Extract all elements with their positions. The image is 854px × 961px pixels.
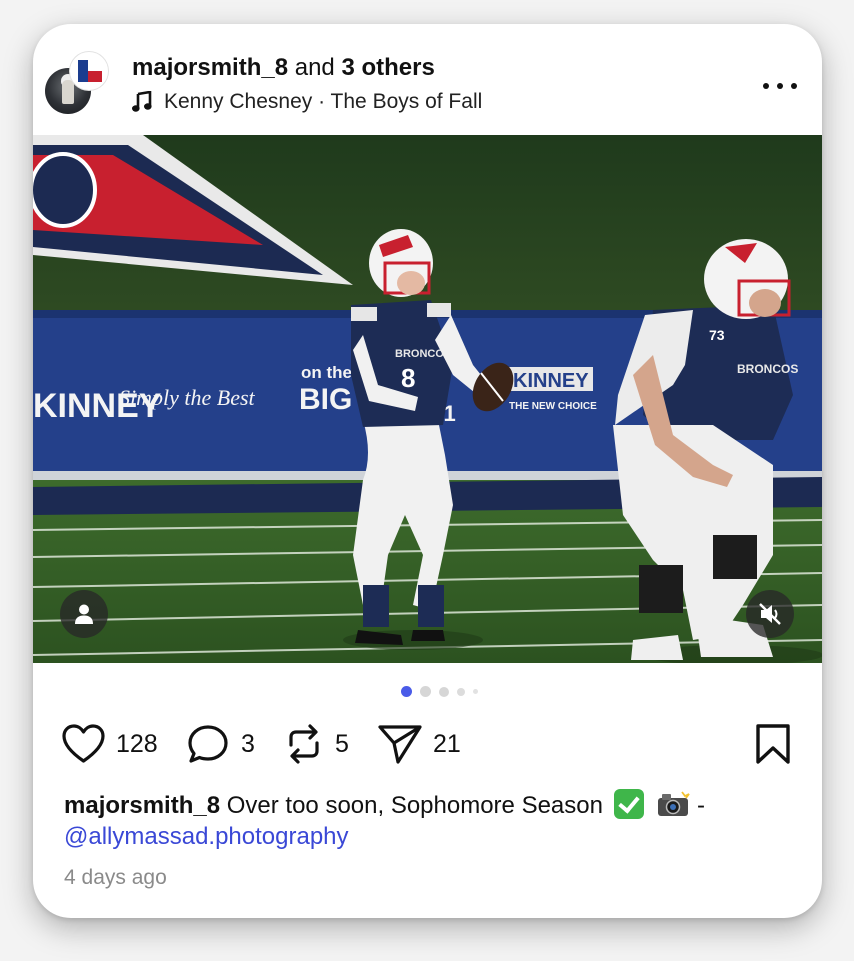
coauthor-joiner: and	[294, 54, 335, 81]
repost-button[interactable]: 5	[283, 721, 349, 767]
post-author-line[interactable]: majorsmith_8 and 3 others	[132, 54, 435, 82]
bookmark-button[interactable]	[755, 723, 791, 770]
svg-text:Simply the Best: Simply the Best	[119, 385, 256, 410]
music-track-label: Kenny Chesney · The Boys of Fall	[164, 90, 483, 113]
caption-dash: -	[690, 792, 705, 819]
coauthors-count[interactable]: 3 others	[341, 54, 434, 81]
more-dot	[791, 83, 797, 89]
svg-text:8: 8	[401, 363, 415, 393]
football-photo: KINNEY Simply the Best on the BIG 121 KI…	[33, 135, 822, 663]
person-icon	[75, 604, 93, 624]
comment-button[interactable]: 3	[187, 721, 255, 767]
speaker-muted-icon	[759, 603, 781, 625]
photographer-mention-link[interactable]: @allymassad.photography	[64, 823, 349, 850]
carousel-indicator	[401, 686, 486, 697]
post-caption: majorsmith_8 Over too soon, Sophomore Se…	[64, 789, 794, 852]
avatar-group[interactable]	[45, 52, 108, 114]
music-note-icon	[132, 91, 152, 112]
music-attribution[interactable]: Kenny Chesney · The Boys of Fall	[132, 90, 482, 114]
post-timestamp: 4 days ago	[64, 866, 167, 889]
svg-text:on the: on the	[301, 363, 352, 382]
svg-text:BRONCOS: BRONCOS	[737, 362, 798, 376]
carousel-dot-active[interactable]	[401, 686, 412, 697]
check-mark-emoji-icon	[613, 789, 644, 819]
svg-text:THE NEW CHOICE: THE NEW CHOICE	[509, 401, 597, 412]
repost-count: 5	[335, 729, 349, 758]
caption-text: Over too soon, Sophomore Season	[220, 792, 610, 819]
like-count: 128	[116, 729, 158, 758]
repost-icon	[289, 724, 319, 764]
post-card: majorsmith_8 and 3 others Kenny Chesney …	[33, 24, 822, 918]
heart-icon	[62, 724, 105, 763]
bookmark-icon	[756, 724, 790, 764]
carousel-dot[interactable]	[439, 686, 449, 697]
more-options-button[interactable]	[763, 80, 797, 92]
mute-audio-button[interactable]	[746, 590, 794, 638]
author-username[interactable]: majorsmith_8	[132, 54, 288, 81]
comment-bubble-icon	[188, 725, 228, 763]
more-dot	[763, 83, 769, 89]
more-dot	[777, 83, 783, 89]
post-photo[interactable]: KINNEY Simply the Best on the BIG 121 KI…	[33, 135, 822, 663]
carousel-dot[interactable]	[457, 687, 465, 696]
share-button[interactable]: 21	[377, 721, 461, 767]
lineman-number: 73	[709, 327, 725, 343]
comment-count: 3	[241, 729, 255, 758]
svg-text:BIG: BIG	[299, 383, 352, 416]
camera-flash-emoji-icon	[658, 791, 691, 816]
carousel-dot[interactable]	[473, 689, 478, 694]
svg-text:KINNEY: KINNEY	[513, 370, 589, 392]
carousel-dot[interactable]	[420, 686, 431, 697]
texas-flag-avatar[interactable]	[70, 52, 108, 90]
send-paper-plane-icon	[378, 725, 422, 764]
tagged-people-button[interactable]	[60, 590, 108, 638]
like-button[interactable]: 128	[61, 721, 158, 767]
caption-username[interactable]: majorsmith_8	[64, 792, 220, 819]
share-count: 21	[433, 729, 461, 758]
action-bar: 128 3 5 21	[33, 721, 822, 767]
post-header: majorsmith_8 and 3 others Kenny Chesney …	[33, 24, 822, 135]
